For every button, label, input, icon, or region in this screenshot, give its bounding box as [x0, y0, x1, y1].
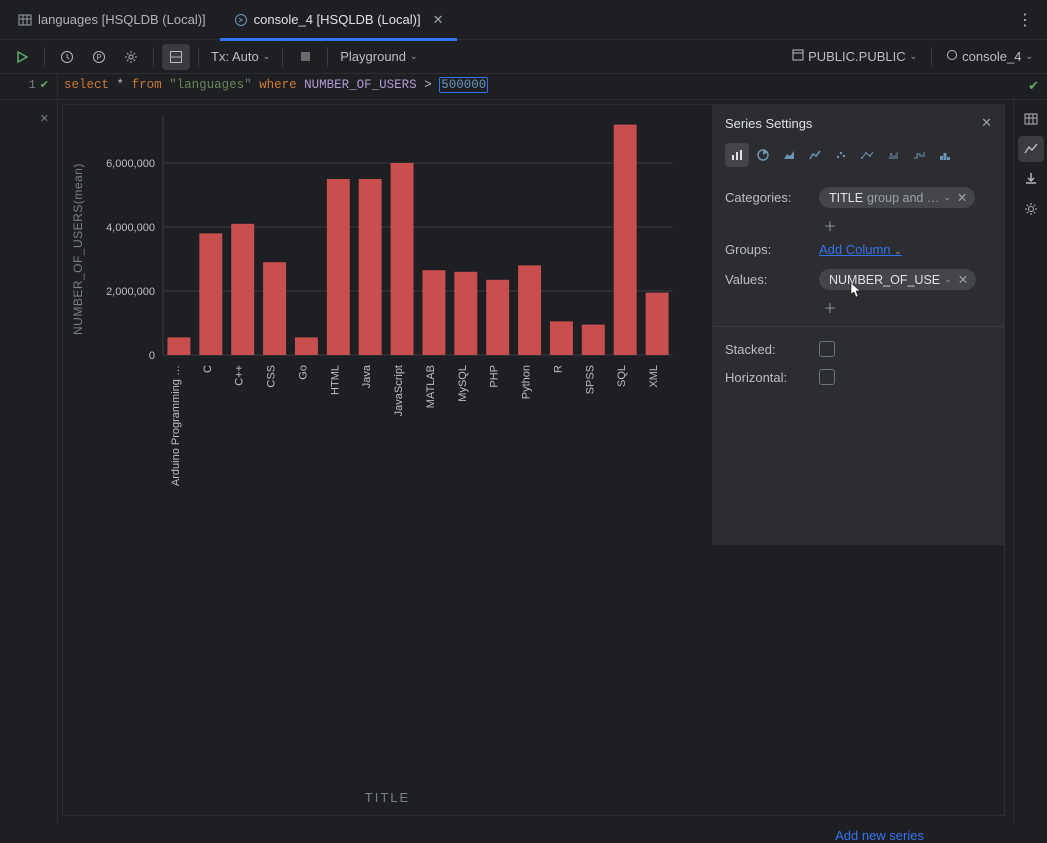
tx-mode-selector[interactable]: Tx: Auto⌄ [207, 49, 274, 64]
chart-type-histogram[interactable] [933, 143, 957, 167]
schema-selector[interactable]: PUBLIC.PUBLIC⌄ [786, 49, 923, 64]
horizontal-label: Horizontal: [725, 370, 811, 385]
chart-container: NUMBER_OF_USERS(mean) 02,000,0004,000,00… [62, 104, 1005, 816]
svg-text:R: R [552, 365, 564, 373]
status-check-icon: ✔ [1028, 78, 1039, 94]
stacked-checkbox[interactable] [819, 341, 835, 357]
svg-text:Go: Go [297, 365, 309, 380]
schema-icon [792, 49, 804, 64]
svg-text:C++: C++ [234, 365, 246, 386]
series-settings-panel: Series Settings ✕ Categories: TITLE [712, 105, 1004, 545]
categories-chip[interactable]: TITLE group and … ⌄ ✕ [819, 187, 975, 208]
remove-icon[interactable]: ✕ [955, 190, 967, 205]
stacked-label: Stacked: [725, 342, 811, 357]
svg-text:SPSS: SPSS [584, 365, 596, 394]
add-category-button[interactable]: ＋ [819, 214, 841, 236]
add-series-link[interactable]: Add new series [835, 828, 924, 843]
svg-text:0: 0 [149, 350, 155, 362]
chart-type-line[interactable] [803, 143, 827, 167]
settings-button[interactable] [117, 44, 145, 70]
chart-view-button[interactable] [1018, 136, 1044, 162]
svg-text:XML: XML [648, 365, 660, 388]
svg-text:MATLAB: MATLAB [425, 365, 437, 408]
svg-text:PHP: PHP [489, 365, 501, 388]
values-label: Values: [725, 272, 811, 287]
close-panel-icon[interactable]: ✕ [0, 106, 58, 125]
values-chip[interactable]: NUMBER_OF_USE ⌄ ✕ [819, 269, 976, 290]
groups-label: Groups: [725, 242, 811, 257]
svg-text:MySQL: MySQL [457, 365, 469, 402]
tab-console-4[interactable]: console_4 [HSQLDB (Local)] ✕ [220, 0, 458, 40]
close-icon[interactable]: ✕ [981, 115, 992, 131]
chart-type-line-marker[interactable] [855, 143, 879, 167]
bar-chart: 0 2,000,000 4,000,000 6,000,000 Arduino Prog… [63, 105, 683, 545]
right-tool-column [1013, 100, 1047, 824]
stop-button[interactable] [291, 44, 319, 70]
check-icon: ✔ [40, 78, 49, 91]
svg-text:Python: Python [521, 365, 533, 399]
chart-x-axis-label: TITLE [365, 790, 410, 805]
gear-icon[interactable] [1018, 196, 1044, 222]
code-line[interactable]: select * from "languages" where NUMBER_O… [58, 74, 494, 99]
remove-icon[interactable]: ✕ [956, 272, 968, 287]
playground-selector[interactable]: Playground⌄ [336, 49, 421, 64]
svg-text:6,000,000: 6,000,000 [106, 158, 155, 170]
tab-bar: languages [HSQLDB (Local)] console_4 [HS… [0, 0, 1047, 40]
svg-text:Java: Java [361, 364, 373, 388]
table-icon [18, 13, 32, 27]
layout-button[interactable] [162, 44, 190, 70]
chart-type-area-points[interactable] [881, 143, 905, 167]
categories-label: Categories: [725, 190, 811, 205]
run-button[interactable] [8, 44, 36, 70]
svg-text:Arduino Programming …: Arduino Programming … [170, 365, 182, 486]
export-button[interactable] [1018, 166, 1044, 192]
tab-label: languages [HSQLDB (Local)] [38, 12, 206, 27]
console-icon [234, 13, 248, 27]
tab-label: console_4 [HSQLDB (Local)] [254, 12, 421, 27]
chart-type-bar[interactable] [725, 143, 749, 167]
chart-type-scatter[interactable] [829, 143, 853, 167]
svg-text:C: C [202, 365, 214, 373]
panel-title: Series Settings [725, 116, 812, 131]
chart-type-pie[interactable] [751, 143, 775, 167]
close-icon[interactable]: ✕ [427, 12, 444, 28]
svg-text:HTML: HTML [329, 365, 341, 395]
console-icon [946, 49, 958, 64]
svg-text:JavaScript: JavaScript [393, 365, 405, 416]
tab-languages[interactable]: languages [HSQLDB (Local)] [4, 0, 220, 40]
explain-plan-button[interactable]: P [85, 44, 113, 70]
chart-type-step[interactable] [907, 143, 931, 167]
history-button[interactable] [53, 44, 81, 70]
chart-type-row [725, 143, 992, 181]
toolbar: P Tx: Auto⌄ Playground⌄ PUBLIC.PUBLIC⌄ c… [0, 40, 1047, 74]
svg-text:CSS: CSS [266, 365, 278, 388]
more-icon[interactable]: ⋮ [1003, 10, 1047, 30]
chart-type-area[interactable] [777, 143, 801, 167]
svg-text:SQL: SQL [616, 365, 628, 387]
sql-editor[interactable]: 1 ✔ select * from "languages" where NUMB… [0, 74, 1047, 100]
add-column-link[interactable]: Add Column ⌄ [819, 242, 902, 257]
svg-text:P: P [96, 53, 101, 62]
table-view-button[interactable] [1018, 106, 1044, 132]
line-number: 1 [29, 78, 36, 92]
add-value-button[interactable]: ＋ [819, 296, 841, 318]
horizontal-checkbox[interactable] [819, 369, 835, 385]
svg-text:4,000,000: 4,000,000 [106, 222, 155, 234]
console-selector[interactable]: console_4⌄ [940, 49, 1039, 64]
svg-text:2,000,000: 2,000,000 [106, 286, 155, 298]
